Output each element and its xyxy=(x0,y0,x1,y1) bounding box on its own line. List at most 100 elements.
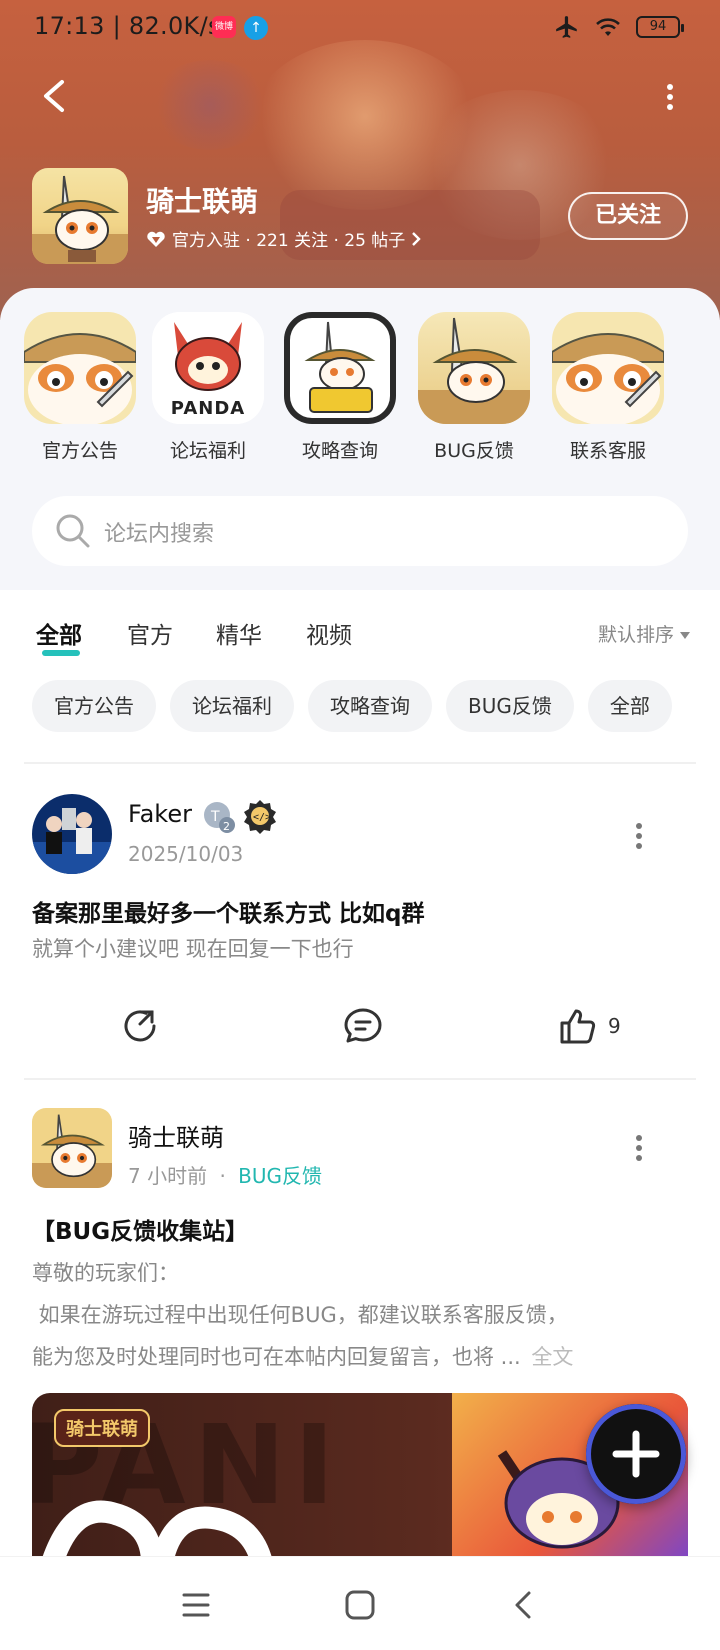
upload-notification-icon: ↑ xyxy=(244,16,268,40)
comment-button[interactable] xyxy=(342,1004,384,1048)
forum-header-banner: 17:13 | 82.0K/s 微博 ↑ 94 骑士联萌 官方入驻 · 221 … xyxy=(0,0,720,320)
divider xyxy=(24,762,696,764)
quick-link-label: 攻略查询 xyxy=(301,440,378,462)
post-more-button[interactable] xyxy=(634,822,644,850)
post-title[interactable]: 【BUG反馈收集站】 xyxy=(32,1212,248,1246)
quick-link-label: 联系客服 xyxy=(569,440,646,462)
comment-icon xyxy=(344,1008,382,1043)
post-time: 7 小时前 xyxy=(128,1164,208,1188)
author-name[interactable]: 骑士联萌 xyxy=(128,1118,224,1153)
forum-panel: 官方公告 PANDA 论坛福利 攻略查询 BUG反馈 联系客服 论坛内搜索 xyxy=(0,288,720,590)
post-body[interactable]: 就算个小建议吧 现在回复一下也行 xyxy=(32,928,672,970)
menu-lines-icon xyxy=(182,1593,210,1617)
more-options-button[interactable] xyxy=(660,82,680,112)
level-badge-icon: T2 xyxy=(202,800,236,838)
quick-link-welfare[interactable]: PANDA 论坛福利 xyxy=(150,312,266,463)
sort-label: 默认排序 xyxy=(597,624,674,646)
search-icon xyxy=(56,514,90,548)
cover-title-art xyxy=(42,1500,273,1563)
post-body-line: 能为您及时处理同时也可在本帖内回复留言，也将 ... 全文 xyxy=(32,1336,672,1378)
quick-link-customer-service[interactable]: 联系客服 xyxy=(550,312,666,463)
author-name[interactable]: Faker xyxy=(128,800,192,828)
caret-down-icon xyxy=(680,632,690,639)
chevron-right-icon xyxy=(412,231,422,246)
chip-welfare[interactable]: 论坛福利 xyxy=(170,680,294,732)
author-avatar[interactable] xyxy=(32,794,112,874)
meta-separator: · xyxy=(219,1164,226,1188)
quick-link-label: 论坛福利 xyxy=(169,440,246,462)
chip-announcement[interactable]: 官方公告 xyxy=(32,680,156,732)
panda-knight-sword-icon xyxy=(418,312,530,424)
system-back-button[interactable] xyxy=(504,1585,544,1625)
chip-guide[interactable]: 攻略查询 xyxy=(308,680,432,732)
panda-icon-text: PANDA xyxy=(170,398,246,419)
share-icon xyxy=(124,1010,156,1042)
weibo-notification-icon: 微博 xyxy=(212,16,236,38)
post-meta: 7 小时前 · BUG反馈 xyxy=(128,1160,322,1189)
tab-official[interactable]: 官方 xyxy=(127,616,173,650)
vertical-dots-icon xyxy=(636,1135,642,1161)
battery-icon: 94 xyxy=(636,16,684,38)
chevron-left-icon xyxy=(515,1591,531,1619)
status-time: 17:13 | 82.0K/s xyxy=(34,12,221,40)
post-date: 2025/10/03 xyxy=(128,842,244,866)
plus-icon xyxy=(612,1430,660,1478)
status-icons: 94 xyxy=(554,14,684,40)
banner-art-bat xyxy=(150,60,270,150)
wifi-icon xyxy=(596,18,620,36)
forum-meta[interactable]: 官方入驻 · 221 关注 · 25 帖子 xyxy=(146,226,422,251)
chip-all[interactable]: 全部 xyxy=(587,680,672,732)
home-square-icon xyxy=(345,1590,375,1620)
author-avatar[interactable] xyxy=(32,1108,112,1188)
create-post-button[interactable] xyxy=(586,1404,686,1504)
search-placeholder: 论坛内搜索 xyxy=(104,522,215,547)
panda-dragon-icon: PANDA xyxy=(152,312,264,424)
post-card[interactable]: Faker T2 </> 2025/10/03 备案那里最好多一个联系方式 比如… xyxy=(0,790,720,1070)
like-button[interactable]: 9 xyxy=(558,1004,621,1048)
post-title[interactable]: 备案那里最好多一个联系方式 比如q群 xyxy=(32,894,424,928)
quick-link-bug-report[interactable]: BUG反馈 xyxy=(416,312,532,463)
like-count: 9 xyxy=(608,1014,621,1038)
panda-knight-logo-icon xyxy=(32,175,128,264)
forum-meta-text: 官方入驻 · 221 关注 · 25 帖子 xyxy=(172,231,406,251)
read-more-link[interactable]: 全文 xyxy=(531,1345,573,1369)
cover-game-logo: 骑士联萌 xyxy=(54,1409,150,1447)
search-input[interactable]: 论坛内搜索 xyxy=(32,496,688,566)
panda-knight-face-icon xyxy=(552,312,664,424)
status-bar: 17:13 | 82.0K/s 微博 ↑ 94 xyxy=(0,0,720,56)
airplane-mode-icon xyxy=(556,16,577,38)
tab-video[interactable]: 视频 xyxy=(306,616,352,650)
back-arrow-icon xyxy=(44,80,64,112)
follow-button[interactable]: 已关注 xyxy=(568,192,688,240)
post-tag[interactable]: BUG反馈 xyxy=(238,1164,322,1188)
home-button[interactable] xyxy=(340,1585,380,1625)
active-tab-indicator xyxy=(42,650,80,656)
forum-logo xyxy=(32,168,128,264)
post-body-line: 如果在游玩过程中出现任何BUG，都建议联系客服反馈， xyxy=(32,1303,568,1327)
post-body[interactable]: 尊敬的玩家们： 如果在游玩过程中出现任何BUG，都建议联系客服反馈， 能为您及时… xyxy=(32,1252,672,1378)
sort-dropdown[interactable]: 默认排序 xyxy=(598,620,690,647)
system-navigation-bar xyxy=(0,1556,720,1650)
svg-text:T: T xyxy=(210,809,220,825)
tab-all[interactable]: 全部 xyxy=(36,616,82,650)
share-button[interactable] xyxy=(120,1004,160,1048)
thumbs-up-icon xyxy=(560,1009,596,1044)
forum-name: 骑士联萌 xyxy=(146,185,259,218)
feed-tabs: 全部 官方 精华 视频 默认排序 xyxy=(0,612,720,662)
post-body-line: 尊敬的玩家们： xyxy=(32,1261,179,1285)
svg-text:</>: </> xyxy=(253,812,271,823)
post-more-button[interactable] xyxy=(634,1134,644,1162)
category-chips: 官方公告 论坛福利 攻略查询 BUG反馈 全部 xyxy=(32,680,720,732)
panda-knight-face-icon xyxy=(24,312,136,424)
quick-link-announcement[interactable]: 官方公告 xyxy=(22,312,138,463)
recents-button[interactable] xyxy=(176,1585,216,1625)
quick-links: 官方公告 PANDA 论坛福利 攻略查询 BUG反馈 联系客服 xyxy=(0,312,720,462)
quick-link-guide[interactable]: 攻略查询 xyxy=(282,312,398,463)
chip-bug-report[interactable]: BUG反馈 xyxy=(446,680,574,732)
vertical-dots-icon xyxy=(667,84,673,110)
quick-link-label: 官方公告 xyxy=(41,440,118,462)
tab-featured[interactable]: 精华 xyxy=(216,616,262,650)
vertical-dots-icon xyxy=(636,823,642,849)
back-button[interactable] xyxy=(36,76,72,116)
svg-text:2: 2 xyxy=(223,820,230,833)
